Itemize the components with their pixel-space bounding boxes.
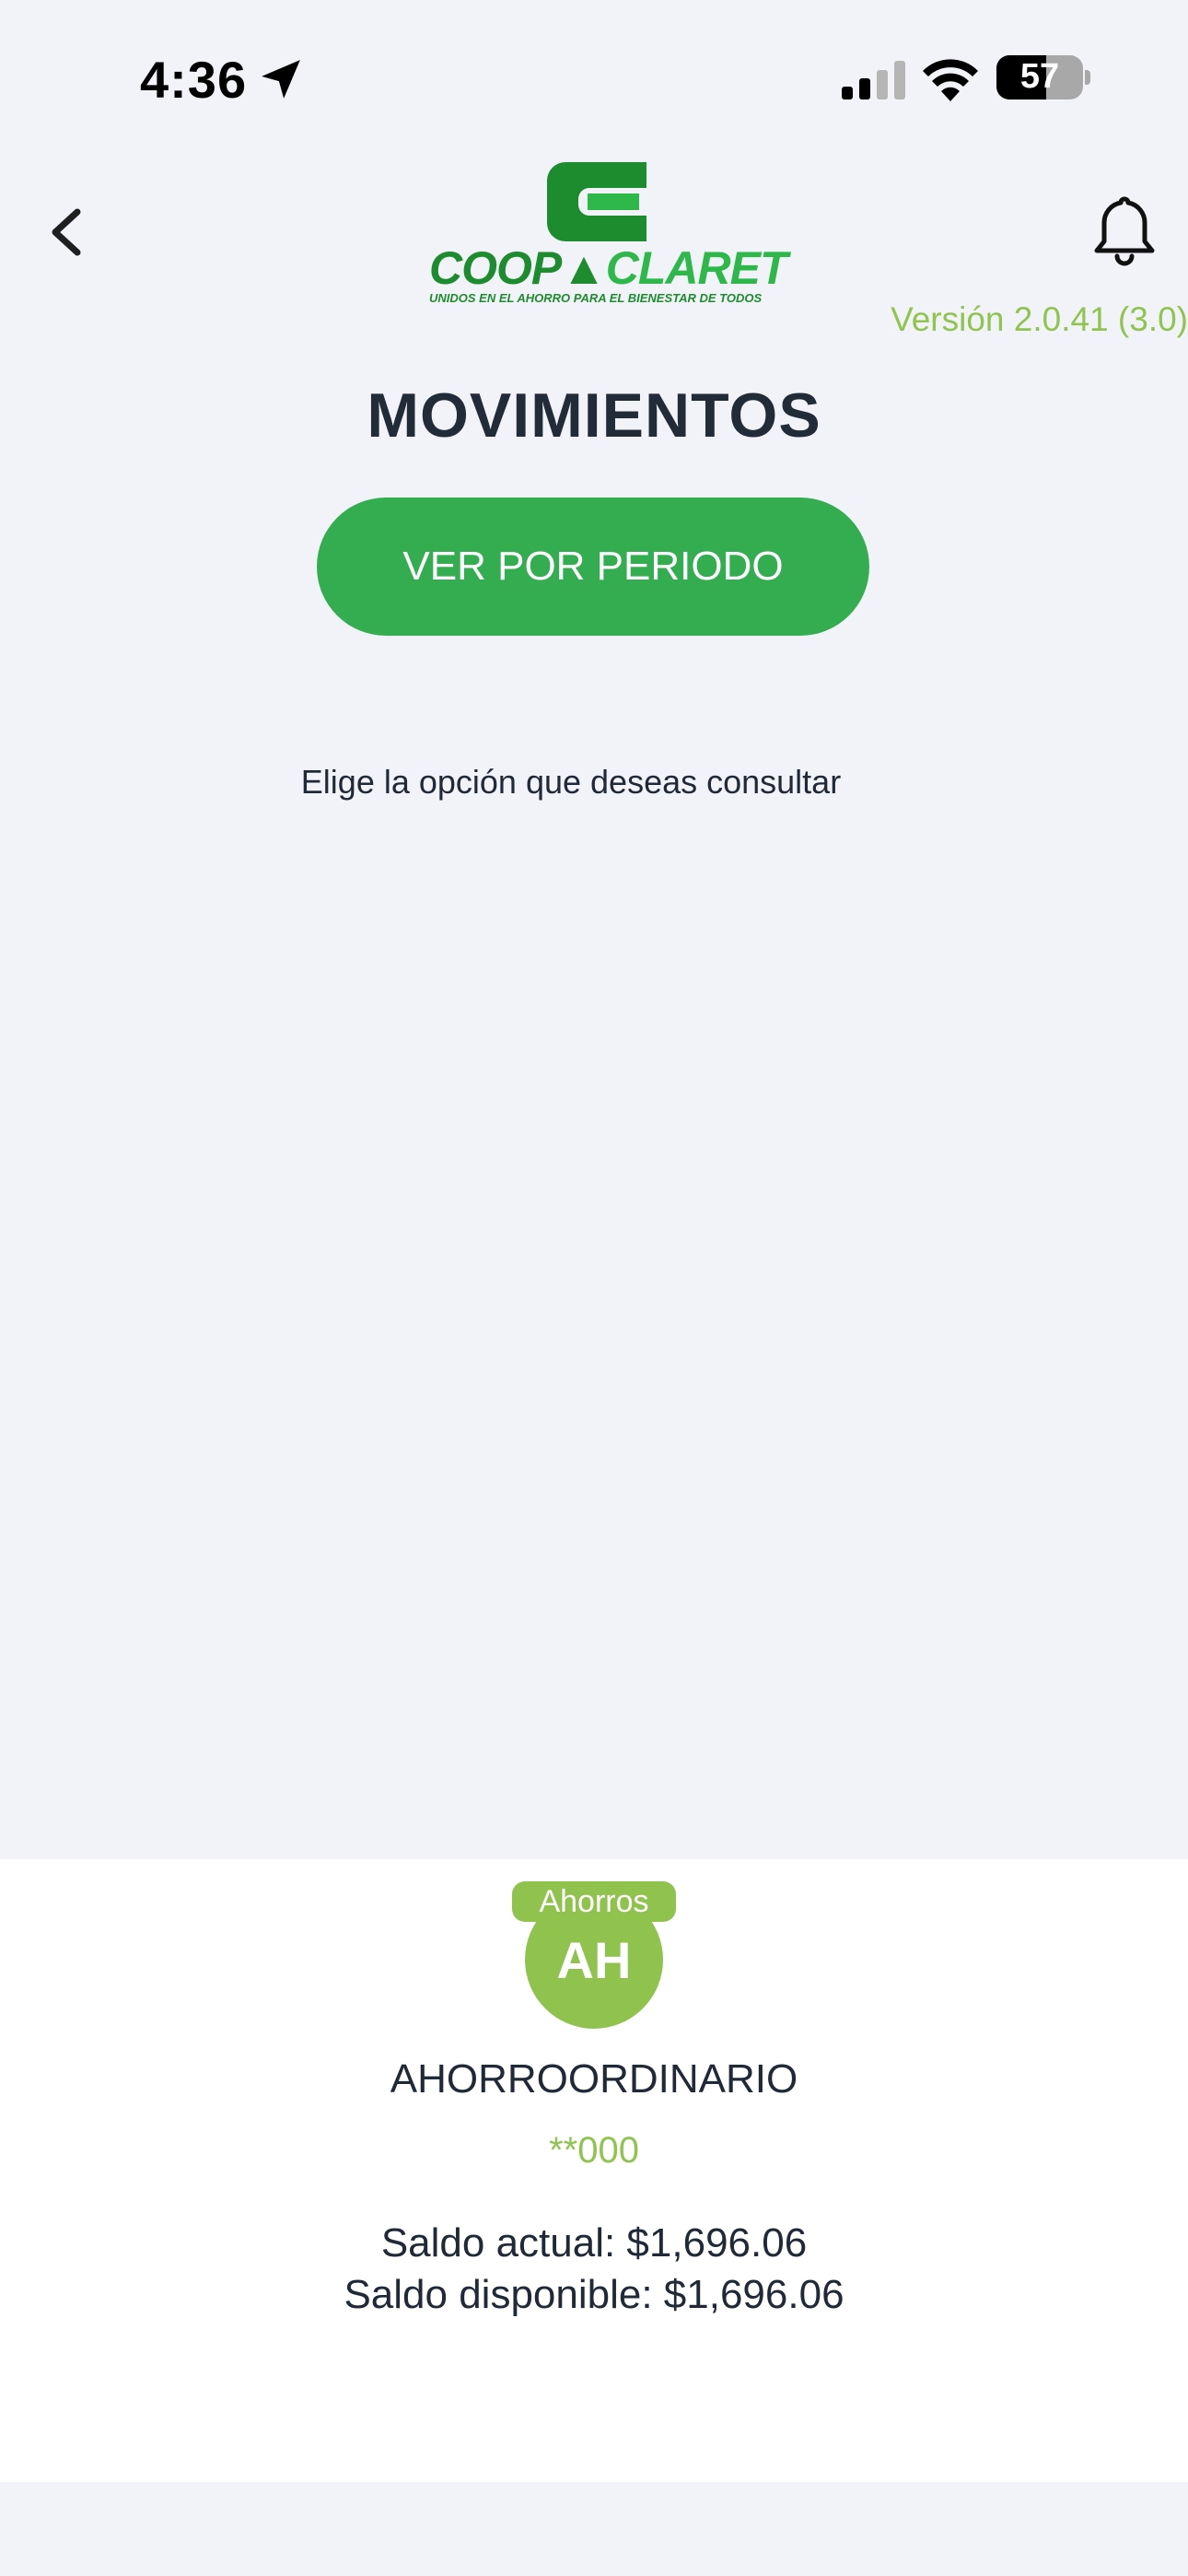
coopclaret-logo: COOP▲CLARET UNIDOS EN EL AHORRO PARA EL … — [429, 162, 788, 305]
current-balance: Saldo actual: $1,696.06 — [380, 2220, 808, 2266]
app-version: Versión 2.0.41 (3.0) — [891, 300, 1188, 338]
battery-percent: 57 — [1019, 57, 1060, 96]
wifi-icon — [923, 59, 978, 101]
view-by-period-button[interactable]: VER POR PERIODO — [317, 498, 869, 636]
account-number: **000 — [549, 2130, 639, 2171]
logo-mark — [547, 162, 646, 241]
cellular-signal-icon — [842, 61, 905, 100]
account-name: AHORROORDINARIO — [390, 2056, 798, 2102]
bell-icon[interactable] — [1092, 193, 1157, 269]
logo-brand: COOP▲CLARET — [429, 242, 788, 294]
location-arrow-icon — [262, 60, 300, 99]
battery-tip — [1085, 70, 1090, 85]
page-title: MOVIMIENTOS — [367, 381, 821, 451]
logo-tagline: UNIDOS EN EL AHORRO PARA EL BIENESTAR DE… — [429, 291, 763, 305]
battery-icon: 57 — [996, 55, 1083, 100]
available-balance: Saldo disponible: $1,696.06 — [344, 2272, 844, 2317]
instruction-text: Elige la opción que deseas consultar — [300, 763, 842, 801]
account-type-badge: Ahorros — [512, 1881, 676, 1922]
back-chevron-icon[interactable] — [44, 205, 88, 260]
status-time: 4:36 — [140, 51, 248, 109]
